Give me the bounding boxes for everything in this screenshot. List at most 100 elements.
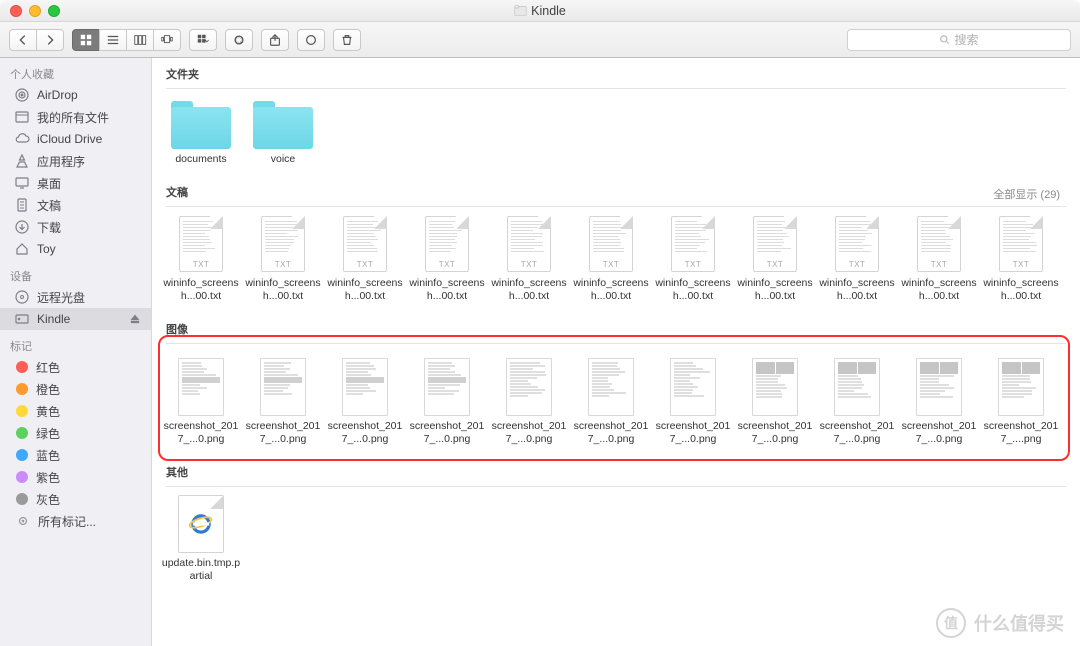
file-item[interactable]: screenshot_2017_...0.png (160, 358, 242, 446)
file-item[interactable]: TXTwininfo_screensh...00.txt (406, 215, 488, 303)
sidebar-tag[interactable]: 橙色 (0, 378, 151, 400)
png-file-icon (506, 358, 552, 416)
action-button[interactable] (225, 29, 253, 51)
toolbar: 搜索 (0, 22, 1080, 58)
file-item[interactable]: TXTwininfo_screensh...00.txt (160, 215, 242, 303)
share-button[interactable] (261, 29, 289, 51)
icon-view-button[interactable] (72, 29, 100, 51)
list-view-button[interactable] (99, 29, 127, 51)
file-label: wininfo_screensh...00.txt (325, 277, 405, 303)
tag-dot-icon (16, 383, 28, 395)
txt-file-icon: TXT (670, 215, 716, 273)
file-item[interactable]: update.bin.tmp.partial (160, 495, 242, 583)
folder-item[interactable]: voice (242, 97, 324, 166)
file-label: update.bin.tmp.partial (161, 557, 241, 583)
forward-button[interactable] (36, 29, 64, 51)
sidebar-tag[interactable]: 绿色 (0, 422, 151, 444)
file-item[interactable]: TXTwininfo_screensh...00.txt (816, 215, 898, 303)
eject-icon[interactable] (129, 313, 141, 325)
sidebar-section-devices: 设备 (0, 260, 151, 286)
file-item[interactable]: screenshot_2017_...0.png (406, 358, 488, 446)
sidebar-tag[interactable]: 黄色 (0, 400, 151, 422)
arrange-group (189, 29, 217, 51)
tag-dot-icon (16, 427, 28, 439)
gallery-view-button[interactable] (153, 29, 181, 51)
file-label: screenshot_2017_...0.png (325, 420, 405, 446)
search-input[interactable]: 搜索 (847, 29, 1071, 51)
png-file-icon (834, 358, 880, 416)
file-item[interactable]: TXTwininfo_screensh...00.txt (242, 215, 324, 303)
png-file-icon (178, 358, 224, 416)
file-label: wininfo_screensh...00.txt (489, 277, 569, 303)
file-item[interactable]: TXTwininfo_screensh...00.txt (652, 215, 734, 303)
arrange-button[interactable] (189, 29, 217, 51)
txt-file-icon: TXT (916, 215, 962, 273)
file-item[interactable]: screenshot_2017_...0.png (816, 358, 898, 446)
sidebar-item-fav[interactable]: Toy (0, 238, 151, 260)
sidebar-item-dev[interactable]: Kindle (0, 308, 151, 330)
file-item[interactable]: TXTwininfo_screensh...00.txt (488, 215, 570, 303)
file-item[interactable]: screenshot_2017_...0.png (734, 358, 816, 446)
show-all-docs[interactable]: 全部显示 (29) (993, 186, 1080, 202)
sidebar-tag[interactable]: 蓝色 (0, 444, 151, 466)
sidebar-tag[interactable]: 紫色 (0, 466, 151, 488)
file-label: wininfo_screensh...00.txt (817, 277, 897, 303)
txt-file-icon: TXT (342, 215, 388, 273)
tag-dot-icon (16, 361, 28, 373)
sidebar-all-tags[interactable]: 所有标记... (0, 510, 151, 532)
file-item[interactable]: TXT wininfo_screensh...00.txt (324, 215, 406, 303)
sidebar-item-fav[interactable]: iCloud Drive (0, 128, 151, 150)
tag-dot-icon (16, 449, 28, 461)
column-view-button[interactable] (126, 29, 154, 51)
content-area[interactable]: 文件夹 documentsvoice 文稿 全部显示 (29) TXTwinin… (152, 58, 1080, 646)
tags-button[interactable] (297, 29, 325, 51)
png-file-icon (424, 358, 470, 416)
back-button[interactable] (9, 29, 37, 51)
folder-item[interactable]: documents (160, 97, 242, 166)
png-file-icon (260, 358, 306, 416)
view-buttons (72, 29, 181, 51)
file-item[interactable]: screenshot_2017_...0.png (242, 358, 324, 446)
sidebar-tag[interactable]: 红色 (0, 356, 151, 378)
sidebar-item-fav[interactable]: 应用程序 (0, 150, 151, 172)
allfiles-icon (14, 109, 30, 125)
documents-icon (14, 197, 30, 213)
file-label: screenshot_2017_...0.png (653, 420, 733, 446)
file-label: wininfo_screensh...00.txt (735, 277, 815, 303)
file-item[interactable]: TXT wininfo_screensh...00.txt (898, 215, 980, 303)
file-item[interactable]: screenshot_2017_...0.png (898, 358, 980, 446)
section-other-title: 其他 (152, 456, 1080, 486)
file-label: wininfo_screensh...00.txt (899, 277, 979, 303)
folder-icon (514, 4, 527, 17)
icloud-icon (14, 131, 30, 147)
file-item[interactable]: screenshot_2017_...0.png (488, 358, 570, 446)
sidebar-item-fav[interactable]: 下载 (0, 216, 151, 238)
file-item[interactable]: TXTwininfo_screensh...00.txt (980, 215, 1062, 303)
disc-icon (14, 289, 30, 305)
delete-button[interactable] (333, 29, 361, 51)
sidebar-item-fav[interactable]: AirDrop (0, 84, 151, 106)
file-item[interactable]: screenshot_2017_...0.png (324, 358, 406, 446)
sidebar-item-dev[interactable]: 远程光盘 (0, 286, 151, 308)
png-file-icon (670, 358, 716, 416)
file-item[interactable]: TXT wininfo_screensh...00.txt (734, 215, 816, 303)
gear-icon (16, 514, 30, 528)
nav-buttons (9, 29, 64, 51)
file-label: screenshot_2017_...0.png (899, 420, 979, 446)
file-item[interactable]: TXTwininfo_screensh...00.txt (570, 215, 652, 303)
folder-label: voice (243, 153, 323, 166)
home-icon (14, 241, 30, 257)
file-item[interactable]: screenshot_2017_...0.png (652, 358, 734, 446)
section-docs-title: 文稿 (152, 176, 1080, 206)
txt-file-icon: TXT (752, 215, 798, 273)
file-label: screenshot_2017_....png (981, 420, 1061, 446)
downloads-icon (14, 219, 30, 235)
sidebar-item-fav[interactable]: 文稿 (0, 194, 151, 216)
tag-dot-icon (16, 405, 28, 417)
sidebar-item-fav[interactable]: 桌面 (0, 172, 151, 194)
sidebar-tag[interactable]: 灰色 (0, 488, 151, 510)
file-item[interactable]: screenshot_2017_...0.png (570, 358, 652, 446)
sidebar-item-fav[interactable]: 我的所有文件 (0, 106, 151, 128)
file-item[interactable]: screenshot_2017_....png (980, 358, 1062, 446)
ext-icon (14, 311, 30, 327)
